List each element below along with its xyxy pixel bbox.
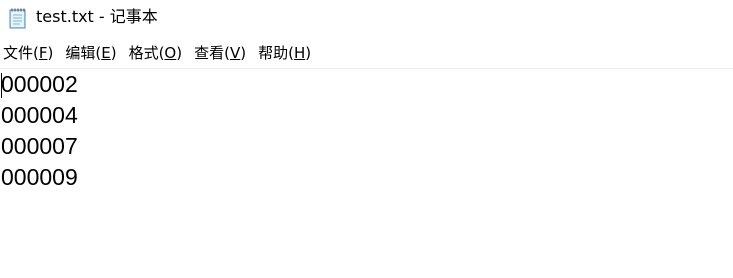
text-caret (1, 73, 2, 98)
text-editor[interactable]: 000002 000004 000007 000009 (0, 69, 733, 278)
text-line: 000007 (1, 133, 78, 159)
menu-bar: 文件(F) 编辑(E) 格式(O) 查看(V) 帮助(H) (0, 38, 733, 69)
text-line: 000004 (1, 102, 78, 128)
notepad-icon (8, 7, 28, 29)
menu-format[interactable]: 格式(O) (125, 41, 187, 65)
window-title: test.txt - 记事本 (36, 7, 158, 26)
menu-view[interactable]: 查看(V) (190, 41, 250, 65)
notepad-window: test.txt - 记事本 文件(F) 编辑(E) 格式(O) 查看(V) 帮… (0, 0, 733, 278)
text-line: 000002 (1, 71, 78, 97)
menu-file[interactable]: 文件(F) (0, 41, 57, 65)
text-line: 000009 (1, 164, 78, 190)
menu-edit[interactable]: 编辑(E) (61, 41, 120, 65)
title-bar[interactable]: test.txt - 记事本 (0, 0, 733, 36)
menu-help[interactable]: 帮助(H) (254, 41, 315, 65)
